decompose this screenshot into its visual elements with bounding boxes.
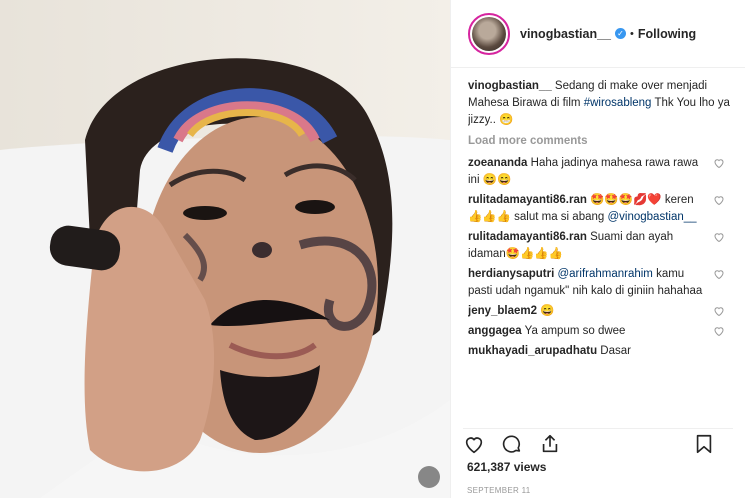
post-frame: vinogbastian__ ✓ • Following vinogbastia… [0,0,745,498]
post-header: vinogbastian__ ✓ • Following [451,0,745,68]
like-comment-heart-icon[interactable] [713,157,725,169]
profile-avatar[interactable] [468,12,510,55]
post-date[interactable]: SEPTEMBER 11 [467,486,530,495]
header-username[interactable]: vinogbastian__ [520,27,611,41]
caption-hashtag[interactable]: #wirosableng [584,97,652,109]
like-comment-heart-icon[interactable] [713,194,725,206]
post-side-panel: vinogbastian__ ✓ • Following vinogbastia… [450,0,745,498]
like-heart-icon[interactable] [463,433,487,457]
comment-mention[interactable]: @arifrahmanrahim [557,268,652,280]
separator-dot: • [630,27,634,40]
comment-item: jeny_blaem2 😄 [468,303,733,320]
bookmark-save-icon[interactable] [693,433,717,457]
comment-username[interactable]: herdianysaputri [468,268,554,280]
comment-username[interactable]: anggagea [468,325,522,337]
following-button[interactable]: Following [638,27,696,41]
mute-button[interactable] [418,466,440,488]
load-more-comments-button[interactable]: Load more comments [468,135,733,147]
comment-mention[interactable]: @vinogbastian__ [607,211,696,223]
like-comment-heart-icon[interactable] [713,231,725,243]
post-video[interactable] [0,0,450,498]
caption-username[interactable]: vinogbastian__ [468,80,552,92]
comment-item: herdianysaputri @arifrahmanrahim kamu pa… [468,266,733,300]
share-icon[interactable] [539,433,563,457]
like-comment-heart-icon[interactable] [713,305,725,317]
comment-username[interactable]: zoeananda [468,157,527,169]
post-actions-bar [463,428,733,456]
comment-item: zoeananda Haha jadinya mahesa rawa rawa … [468,155,733,189]
comment-text: 😄 [537,305,555,317]
comment-text: Dasar [597,345,631,357]
verified-badge-icon: ✓ [615,28,626,39]
comment-username[interactable]: rulitadamayanti86.ran [468,231,587,243]
comment-item: mukhayadi_arupadhatu Dasar [468,343,733,360]
comment-text: Ya ampum so dwee [521,325,626,337]
comment-item: anggagea Ya ampum so dwee [468,323,733,340]
view-count[interactable]: 621,387 views [467,460,546,474]
like-comment-heart-icon[interactable] [713,268,725,280]
comment-username[interactable]: mukhayadi_arupadhatu [468,345,597,357]
post-caption: vinogbastian__ Sedang di make over menja… [468,78,733,129]
like-comment-heart-icon[interactable] [713,325,725,337]
comments-list[interactable]: vinogbastian__ Sedang di make over menja… [468,78,733,423]
comment-username[interactable]: rulitadamayanti86.ran [468,194,587,206]
comment-item: rulitadamayanti86.ran Suami dan ayah ida… [468,229,733,263]
video-frame-image [0,0,450,498]
comment-bubble-icon[interactable] [501,433,525,457]
comment-username[interactable]: jeny_blaem2 [468,305,537,317]
comment-item: rulitadamayanti86.ran 🤩🤩🤩💋❤️ keren👍👍👍 sa… [468,192,733,226]
